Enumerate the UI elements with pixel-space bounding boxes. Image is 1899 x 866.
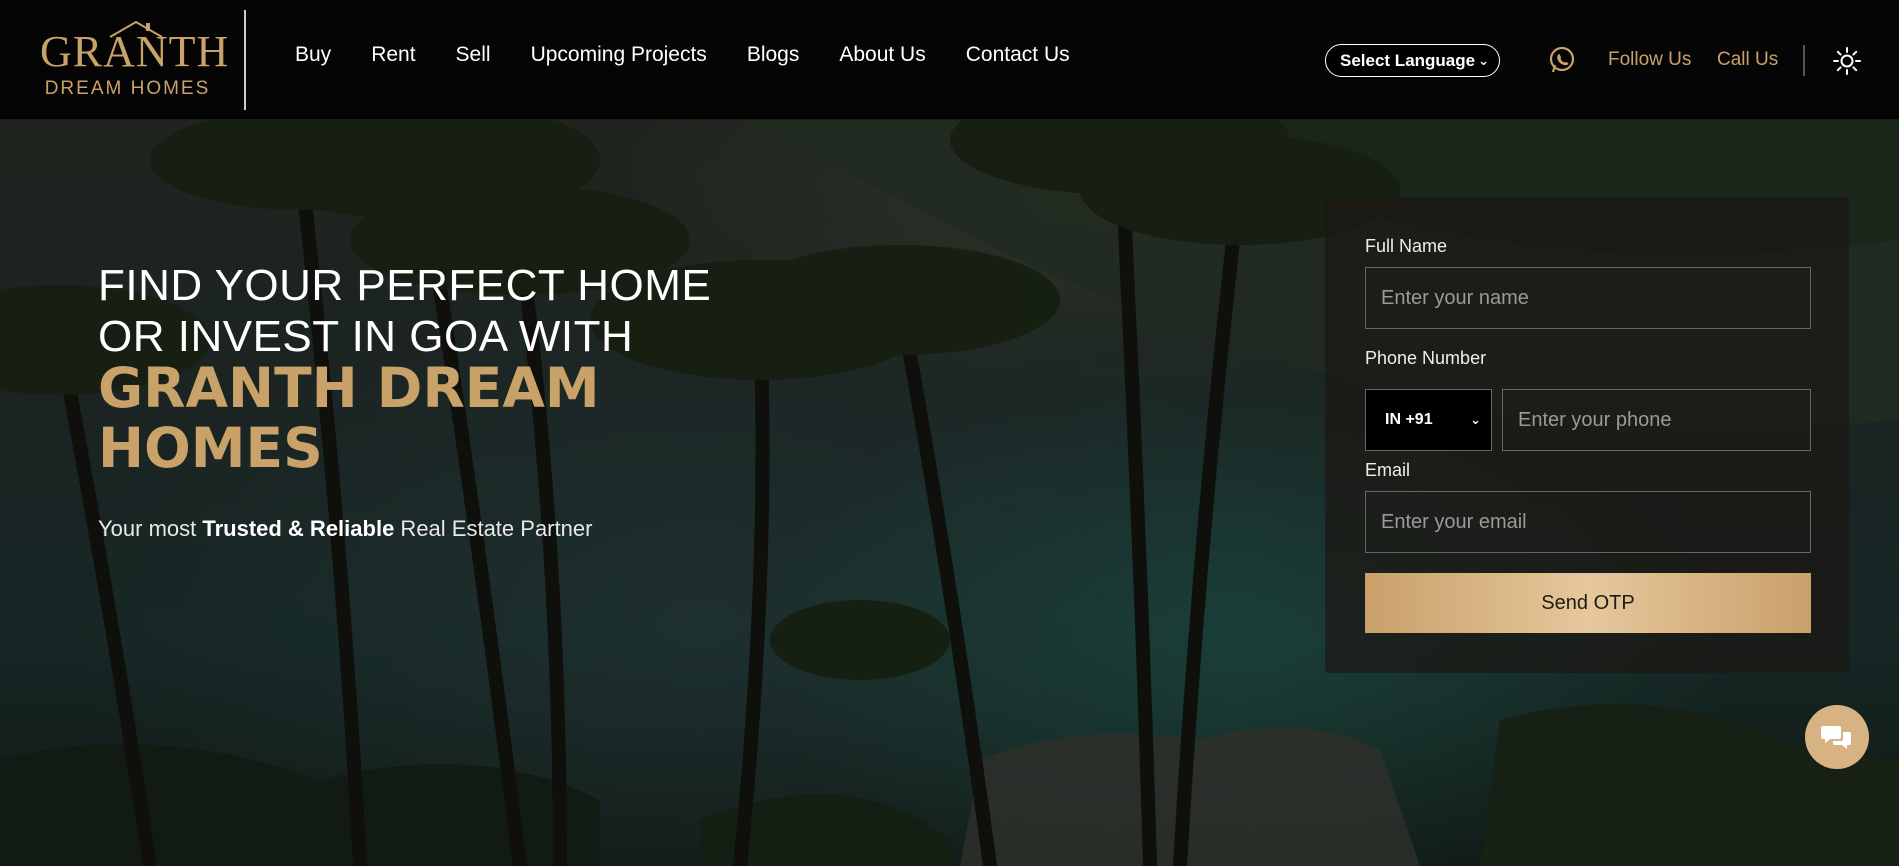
phone-input[interactable] [1502, 389, 1811, 451]
nav-about-us[interactable]: About Us [839, 40, 925, 70]
language-select-label: Select Language [1340, 51, 1476, 70]
language-select[interactable]: Select Language ⌄ [1325, 44, 1500, 77]
tagline-suffix: Real Estate Partner [394, 516, 593, 541]
lead-form: Full Name Phone Number IN +91 ⌄ Email Se… [1325, 197, 1849, 673]
call-us-link[interactable]: Call Us [1717, 46, 1778, 74]
nav-blogs[interactable]: Blogs [747, 40, 800, 70]
chevron-down-icon: ⌄ [1470, 412, 1481, 427]
chevron-down-icon: ⌄ [1478, 53, 1489, 68]
site-header: GRANTH DREAM HOMES Buy Rent Sell Upcomin… [0, 0, 1899, 120]
hero-brand-name: GRANTH DREAM HOMES [98, 358, 698, 478]
nav-upcoming-projects[interactable]: Upcoming Projects [531, 40, 707, 70]
send-otp-button[interactable]: Send OTP [1365, 573, 1811, 633]
tagline-emphasis: Trusted & Reliable [202, 516, 395, 541]
nav-buy[interactable]: Buy [295, 40, 331, 70]
follow-us-link[interactable]: Follow Us [1608, 46, 1691, 74]
header-separator [1803, 45, 1805, 76]
chat-button[interactable] [1805, 705, 1869, 769]
brand-line-2: HOMES [98, 416, 323, 480]
tagline-prefix: Your most [98, 516, 203, 541]
full-name-input[interactable] [1365, 267, 1811, 329]
chat-icon [1821, 726, 1851, 749]
logo-wordmark: GRANTH [40, 27, 230, 76]
site-logo[interactable]: GRANTH DREAM HOMES [40, 20, 230, 100]
headline-line-2: OR INVEST IN GOA WITH [98, 312, 634, 361]
country-code-select[interactable]: IN +91 ⌄ [1365, 389, 1492, 451]
sun-icon[interactable] [1832, 46, 1862, 76]
email-label: Email [1365, 460, 1411, 480]
header-divider [244, 10, 246, 110]
country-code-value: IN +91 [1385, 411, 1433, 428]
email-input[interactable] [1365, 491, 1811, 553]
full-name-label: Full Name [1365, 236, 1448, 256]
hero-headline: FIND YOUR PERFECT HOME OR INVEST IN GOA … [98, 260, 748, 362]
whatsapp-icon[interactable] [1547, 45, 1577, 75]
hero-section: FIND YOUR PERFECT HOME OR INVEST IN GOA … [0, 120, 1899, 866]
nav-sell[interactable]: Sell [456, 40, 491, 70]
nav-contact-us[interactable]: Contact Us [966, 40, 1070, 70]
nav-rent[interactable]: Rent [371, 40, 415, 70]
phone-label: Phone Number [1365, 348, 1487, 368]
brand-line-1: GRANTH DREAM [98, 356, 600, 420]
logo-subtitle: DREAM HOMES [44, 78, 211, 99]
main-nav: Buy Rent Sell Upcoming Projects Blogs Ab… [295, 40, 1110, 70]
headline-line-1: FIND YOUR PERFECT HOME [98, 261, 712, 310]
hero-tagline: Your most Trusted & Reliable Real Estate… [98, 514, 592, 544]
